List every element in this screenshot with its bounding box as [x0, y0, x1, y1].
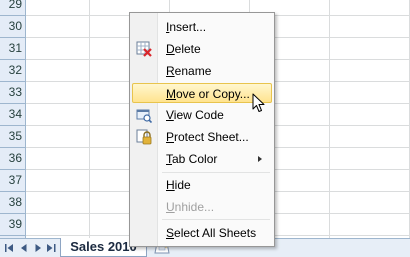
row-header[interactable]: 35: [0, 126, 26, 148]
menu-item-hide[interactable]: Hide: [132, 175, 272, 195]
menu-item-unhide: Unhide...: [132, 197, 272, 217]
menu-separator: [162, 219, 270, 220]
first-sheet-icon[interactable]: [3, 241, 16, 255]
menu-item-label: Protect Sheet...: [166, 130, 249, 144]
row-header[interactable]: 30: [0, 16, 26, 38]
menu-item-label: Hide: [166, 178, 191, 192]
delete-sheet-icon: [136, 41, 152, 57]
menu-item-move-or-copy[interactable]: Move or Copy...: [132, 83, 272, 103]
mouse-pointer-icon: [252, 93, 266, 113]
menu-item-label: Rename: [166, 64, 212, 78]
last-sheet-icon[interactable]: [45, 241, 58, 255]
menu-item-label: Select All Sheets: [166, 226, 257, 240]
protect-sheet-icon: [136, 129, 152, 145]
row-header[interactable]: 31: [0, 38, 26, 60]
row-header[interactable]: 39: [0, 214, 26, 236]
menu-item-label: Tab Color: [166, 152, 218, 166]
row-header[interactable]: 37: [0, 170, 26, 192]
sheet-tab-context-menu: Insert... Delete Rename Move or Copy...: [129, 12, 275, 247]
row-header[interactable]: 38: [0, 192, 26, 214]
view-code-icon: [136, 107, 153, 124]
menu-item-label: Move or Copy...: [166, 87, 250, 101]
menu-item-label: Unhide...: [166, 200, 215, 214]
row-header[interactable]: 29: [0, 0, 26, 16]
menu-item-view-code[interactable]: View Code: [132, 105, 272, 125]
menu-item-rename[interactable]: Rename: [132, 61, 272, 81]
excel-window: 29 30 31 32 33 34 35 36 37 38 39 Sales 2…: [0, 0, 410, 257]
menu-separator: [162, 172, 270, 173]
next-sheet-icon[interactable]: [31, 241, 44, 255]
row-header[interactable]: 36: [0, 148, 26, 170]
row-header[interactable]: 34: [0, 104, 26, 126]
menu-item-tab-color[interactable]: Tab Color: [132, 149, 272, 169]
menu-item-select-all-sheets[interactable]: Select All Sheets: [132, 223, 272, 243]
menu-item-label: View Code: [166, 108, 224, 122]
menu-item-protect-sheet[interactable]: Protect Sheet...: [132, 127, 272, 147]
menu-item-label: Insert...: [166, 20, 207, 34]
menu-item-label: Delete: [166, 42, 201, 56]
menu-item-delete[interactable]: Delete: [132, 39, 272, 59]
row-header[interactable]: 33: [0, 82, 26, 104]
row-header[interactable]: 32: [0, 60, 26, 82]
menu-item-insert[interactable]: Insert...: [132, 17, 272, 37]
submenu-arrow-icon: [258, 156, 262, 162]
prev-sheet-icon[interactable]: [17, 241, 30, 255]
